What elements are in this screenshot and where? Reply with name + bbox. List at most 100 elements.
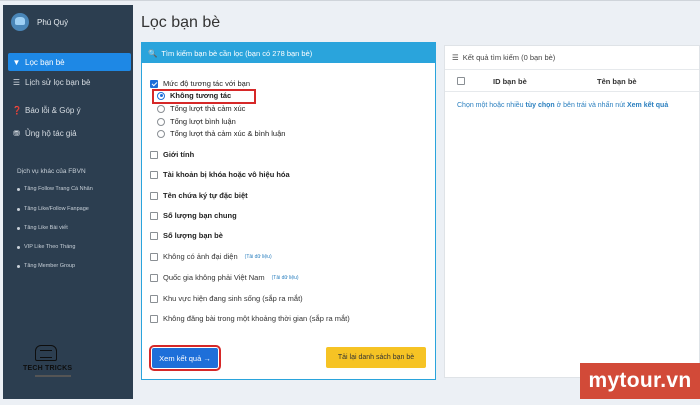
service-item[interactable]: Tăng Like Bài viết bbox=[17, 225, 68, 231]
sidebar-item-history[interactable]: ☰ Lịch sử lọc bạn bè bbox=[12, 78, 91, 87]
filter-icon: ▼ bbox=[12, 57, 21, 67]
service-item[interactable]: VIP Like Theo Tháng bbox=[17, 244, 75, 250]
user-profile[interactable]: Phú Quý bbox=[11, 13, 68, 31]
list-icon: ☰ bbox=[452, 53, 459, 62]
results-table-header: ID bạn bè Tên bạn bè bbox=[445, 70, 699, 92]
checkbox-icon[interactable] bbox=[150, 150, 158, 159]
service-label: Tăng Like Bài viết bbox=[24, 225, 68, 231]
results-title: Kết quả tìm kiếm (0 bạn bè) bbox=[462, 53, 556, 62]
option-khu-vuc[interactable]: Khu vực hiện đang sinh sống (sắp ra mắt) bbox=[150, 294, 303, 303]
sidebar: Phú Quý ▼ Lọc bạn bè ☰ Lịch sử lọc bạn b… bbox=[3, 5, 133, 399]
checkbox-icon[interactable] bbox=[150, 191, 158, 200]
donate-icon: ⛃ bbox=[13, 129, 20, 138]
option-quoc-gia[interactable]: Quốc gia không phải Việt Nam (Tải dữ liệu… bbox=[150, 273, 299, 282]
filter-panel-header: 🔍 Tìm kiếm bạn bè cần lọc (bạn có 278 bạ… bbox=[142, 43, 435, 63]
option-label: Tài khoản bị khóa hoặc vô hiệu hóa bbox=[163, 170, 290, 179]
service-item[interactable]: Tăng Member Group bbox=[17, 263, 75, 269]
option-tai-khoan-bi-khoa[interactable]: Tài khoản bị khóa hoặc vô hiệu hóa bbox=[150, 170, 290, 179]
sidebar-item-label: Lọc bạn bè bbox=[25, 57, 65, 67]
option-khong-dang-bai[interactable]: Không đăng bài trong một khoảng thời gia… bbox=[150, 314, 350, 323]
reload-friends-button[interactable]: Tải lại danh sách bạn bè bbox=[326, 347, 426, 368]
option-label: Số lượng bạn bè bbox=[163, 231, 223, 240]
option-label: Số lượng bạn chung bbox=[163, 211, 237, 220]
sidebar-item-label: Báo lỗi & Góp ý bbox=[25, 106, 81, 115]
service-item[interactable]: Tăng Follow Trang Cá Nhân bbox=[17, 186, 93, 192]
sidebar-item-donate[interactable]: ⛃ Ủng hộ tác giả bbox=[12, 129, 77, 138]
sidebar-item-loc-ban-be[interactable]: ▼ Lọc bạn bè bbox=[8, 53, 131, 71]
checkbox-icon[interactable] bbox=[150, 314, 158, 323]
bullet-icon bbox=[17, 245, 20, 249]
option-label: Không đăng bài trong một khoảng thời gia… bbox=[163, 314, 350, 323]
view-results-button[interactable]: Xem kết quả → bbox=[149, 345, 221, 371]
results-panel: ☰ Kết quả tìm kiếm (0 bạn bè) ID bạn bè … bbox=[444, 45, 700, 378]
logo-mark bbox=[35, 345, 57, 361]
radio-tong-luot-tha-cam-xuc[interactable]: Tổng lượt thả cảm xúc bbox=[157, 104, 245, 113]
column-header-id[interactable]: ID bạn bè bbox=[493, 77, 527, 86]
radio-selected-icon[interactable] bbox=[157, 91, 165, 100]
list-icon: ☰ bbox=[12, 78, 21, 87]
radio-icon[interactable] bbox=[157, 117, 165, 126]
user-name: Phú Quý bbox=[37, 17, 69, 27]
option-label: Không có ảnh đại diện bbox=[163, 252, 238, 261]
logo-divider bbox=[35, 375, 71, 377]
option-label: Không tương tác bbox=[170, 91, 232, 100]
checkbox-icon[interactable] bbox=[150, 211, 158, 220]
filter-panel: 🔍 Tìm kiếm bạn bè cần lọc (bạn có 278 bạ… bbox=[141, 42, 436, 380]
page-title: Lọc bạn bè bbox=[141, 14, 221, 31]
sidebar-item-report[interactable]: ❓ Báo lỗi & Góp ý bbox=[12, 106, 81, 115]
radio-khong-tuong-tac[interactable]: Không tương tác bbox=[157, 91, 231, 100]
option-khong-anh-dai-dien[interactable]: Không có ảnh đại diện (Tải dữ liệu) bbox=[150, 252, 272, 261]
option-label: Quốc gia không phải Việt Nam bbox=[163, 273, 265, 282]
bullet-icon bbox=[17, 226, 20, 230]
column-header-name[interactable]: Tên bạn bè bbox=[597, 77, 637, 86]
sidebar-item-label: Ủng hộ tác giả bbox=[25, 129, 77, 138]
results-header: ☰ Kết quả tìm kiếm (0 bạn bè) bbox=[445, 46, 699, 70]
option-ban-chung[interactable]: Số lượng bạn chung bbox=[150, 211, 237, 220]
checkbox-checked-icon[interactable] bbox=[150, 79, 158, 88]
checkbox-icon[interactable] bbox=[150, 273, 158, 282]
bullet-icon bbox=[17, 187, 20, 191]
checkbox-icon[interactable] bbox=[150, 252, 158, 261]
load-data-link[interactable]: (Tải dữ liệu) bbox=[245, 254, 272, 260]
msg-text: ở bên trái và nhấn nút bbox=[554, 102, 627, 109]
option-label: Khu vực hiện đang sinh sống (sắp ra mắt) bbox=[163, 294, 303, 303]
bullet-icon bbox=[17, 207, 20, 211]
checkbox-icon[interactable] bbox=[150, 294, 158, 303]
service-label: Tăng Follow Trang Cá Nhân bbox=[24, 186, 93, 192]
service-item[interactable]: Tăng Like/Follow Fanpage bbox=[17, 206, 89, 212]
app-frame: Phú Quý ▼ Lọc bạn bè ☰ Lịch sử lọc bạn b… bbox=[0, 0, 700, 405]
option-label: Tổng lượt bình luận bbox=[170, 117, 236, 126]
interaction-checkbox[interactable]: Mức độ tương tác với bạn bbox=[150, 79, 250, 88]
radio-icon[interactable] bbox=[157, 129, 165, 138]
radio-icon[interactable] bbox=[157, 104, 165, 113]
option-label: Giới tính bbox=[163, 150, 195, 159]
msg-emphasis: tùy chọn bbox=[525, 102, 555, 109]
option-ky-tu-dac-biet[interactable]: Tên chứa ký tự đặc biệt bbox=[150, 191, 248, 200]
tech-tricks-logo: TECH TRICKS bbox=[23, 345, 83, 385]
msg-emphasis: Xem kết quả bbox=[626, 102, 669, 109]
option-gioi-tinh[interactable]: Giới tính bbox=[150, 150, 194, 159]
question-icon: ❓ bbox=[12, 106, 22, 115]
msg-text: Chọn một hoặc nhiều bbox=[457, 102, 526, 109]
service-label: VIP Like Theo Tháng bbox=[24, 244, 76, 250]
checkbox-icon[interactable] bbox=[150, 170, 158, 179]
select-all-checkbox[interactable] bbox=[457, 77, 465, 85]
logo-text: TECH TRICKS bbox=[23, 365, 73, 372]
option-so-luong-ban-be[interactable]: Số lượng bạn bè bbox=[150, 231, 223, 240]
sidebar-item-label: Lịch sử lọc bạn bè bbox=[25, 78, 91, 87]
option-label: Tên chứa ký tự đặc biệt bbox=[163, 191, 248, 200]
services-title: Dịch vụ khác của FBVN bbox=[17, 168, 86, 175]
avatar bbox=[11, 13, 29, 31]
radio-cam-xuc-binh-luan[interactable]: Tổng lượt thả cảm xúc & bình luận bbox=[157, 129, 285, 138]
option-label: Tổng lượt thả cảm xúc bbox=[170, 104, 246, 113]
empty-results-message: Chọn một hoặc nhiều tùy chọn ở bên trái … bbox=[457, 102, 668, 109]
mytour-watermark: mytour.vn bbox=[580, 363, 700, 399]
option-label: Mức độ tương tác với bạn bbox=[163, 79, 250, 88]
checkbox-icon[interactable] bbox=[150, 231, 158, 240]
option-label: Tổng lượt thả cảm xúc & bình luận bbox=[170, 129, 286, 138]
service-label: Tăng Like/Follow Fanpage bbox=[24, 206, 89, 212]
bullet-icon bbox=[17, 264, 20, 268]
load-data-link[interactable]: (Tải dữ liệu) bbox=[272, 275, 299, 281]
radio-tong-luot-binh-luan[interactable]: Tổng lượt bình luận bbox=[157, 117, 236, 126]
filter-panel-title: Tìm kiếm bạn bè cần lọc (bạn có 278 bạn … bbox=[161, 48, 313, 58]
